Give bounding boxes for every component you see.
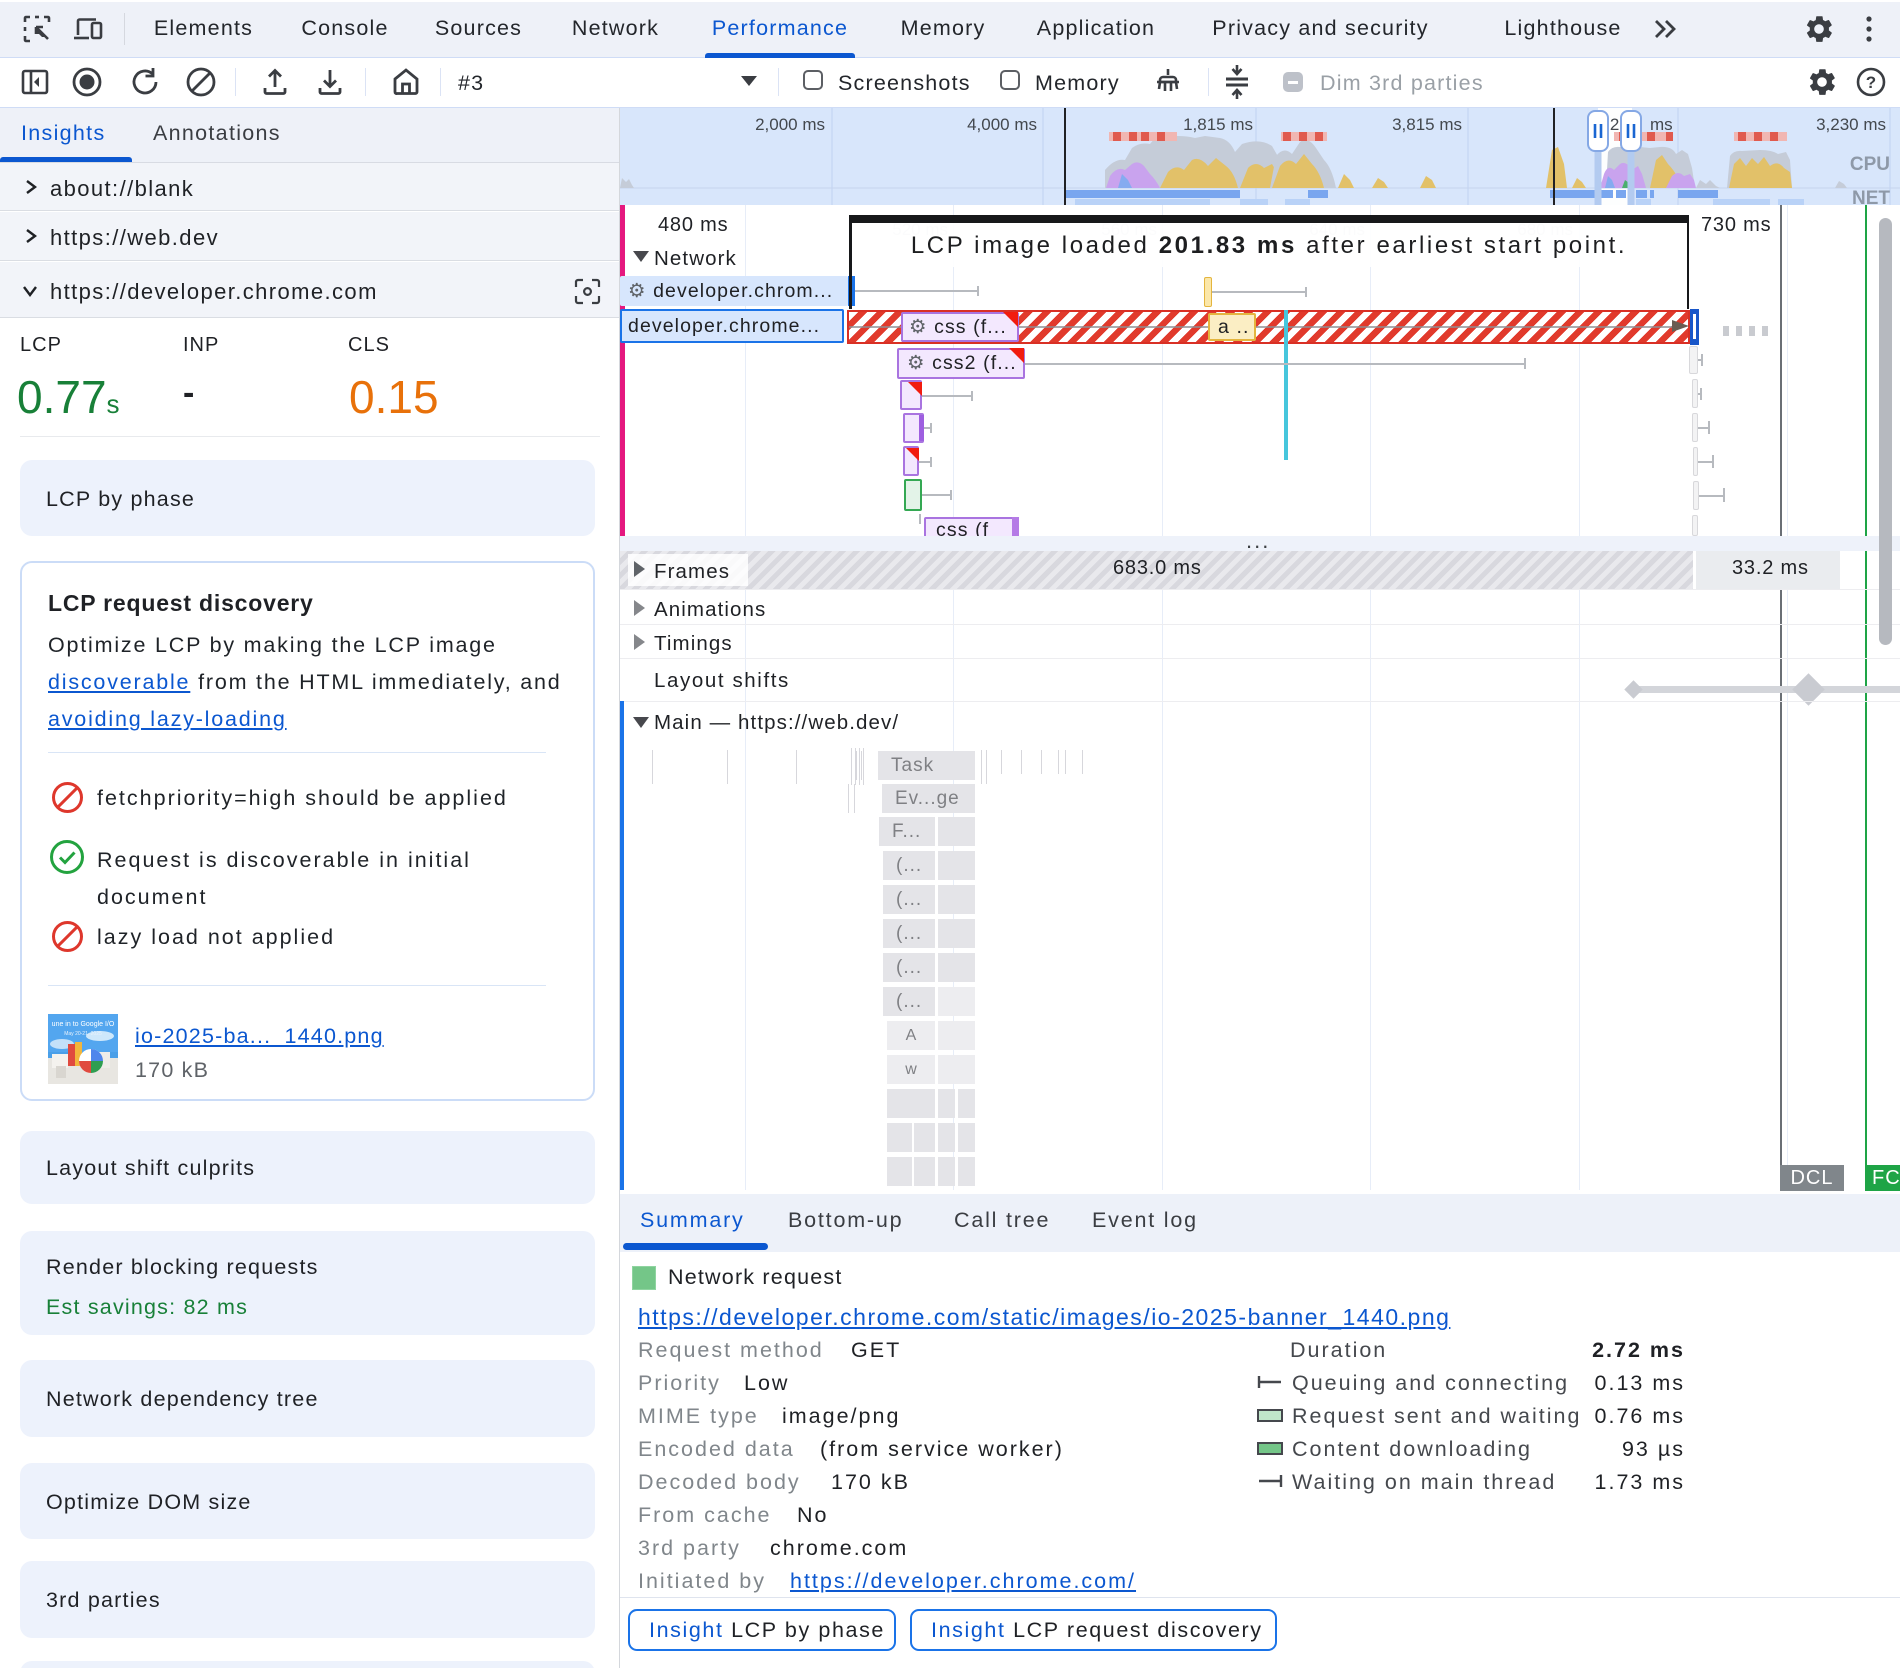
svg-text:3,230 ms: 3,230 ms xyxy=(1816,115,1886,134)
svg-text:4,000 ms: 4,000 ms xyxy=(967,115,1037,134)
svg-text:une in to Google I/O: une in to Google I/O xyxy=(52,1021,115,1028)
svg-text:3,815 ms: 3,815 ms xyxy=(1392,115,1462,134)
svg-text:1,815 ms: 1,815 ms xyxy=(1183,115,1253,134)
svg-text:NET: NET xyxy=(1852,188,1890,205)
svg-text:2,000 ms: 2,000 ms xyxy=(755,115,825,134)
svg-text:May 20-21, 2025: May 20-21, 2025 xyxy=(64,1031,102,1037)
svg-text:ms: ms xyxy=(1650,115,1673,134)
svg-text:?: ? xyxy=(1866,73,1876,92)
svg-text:CPU: CPU xyxy=(1850,154,1890,175)
